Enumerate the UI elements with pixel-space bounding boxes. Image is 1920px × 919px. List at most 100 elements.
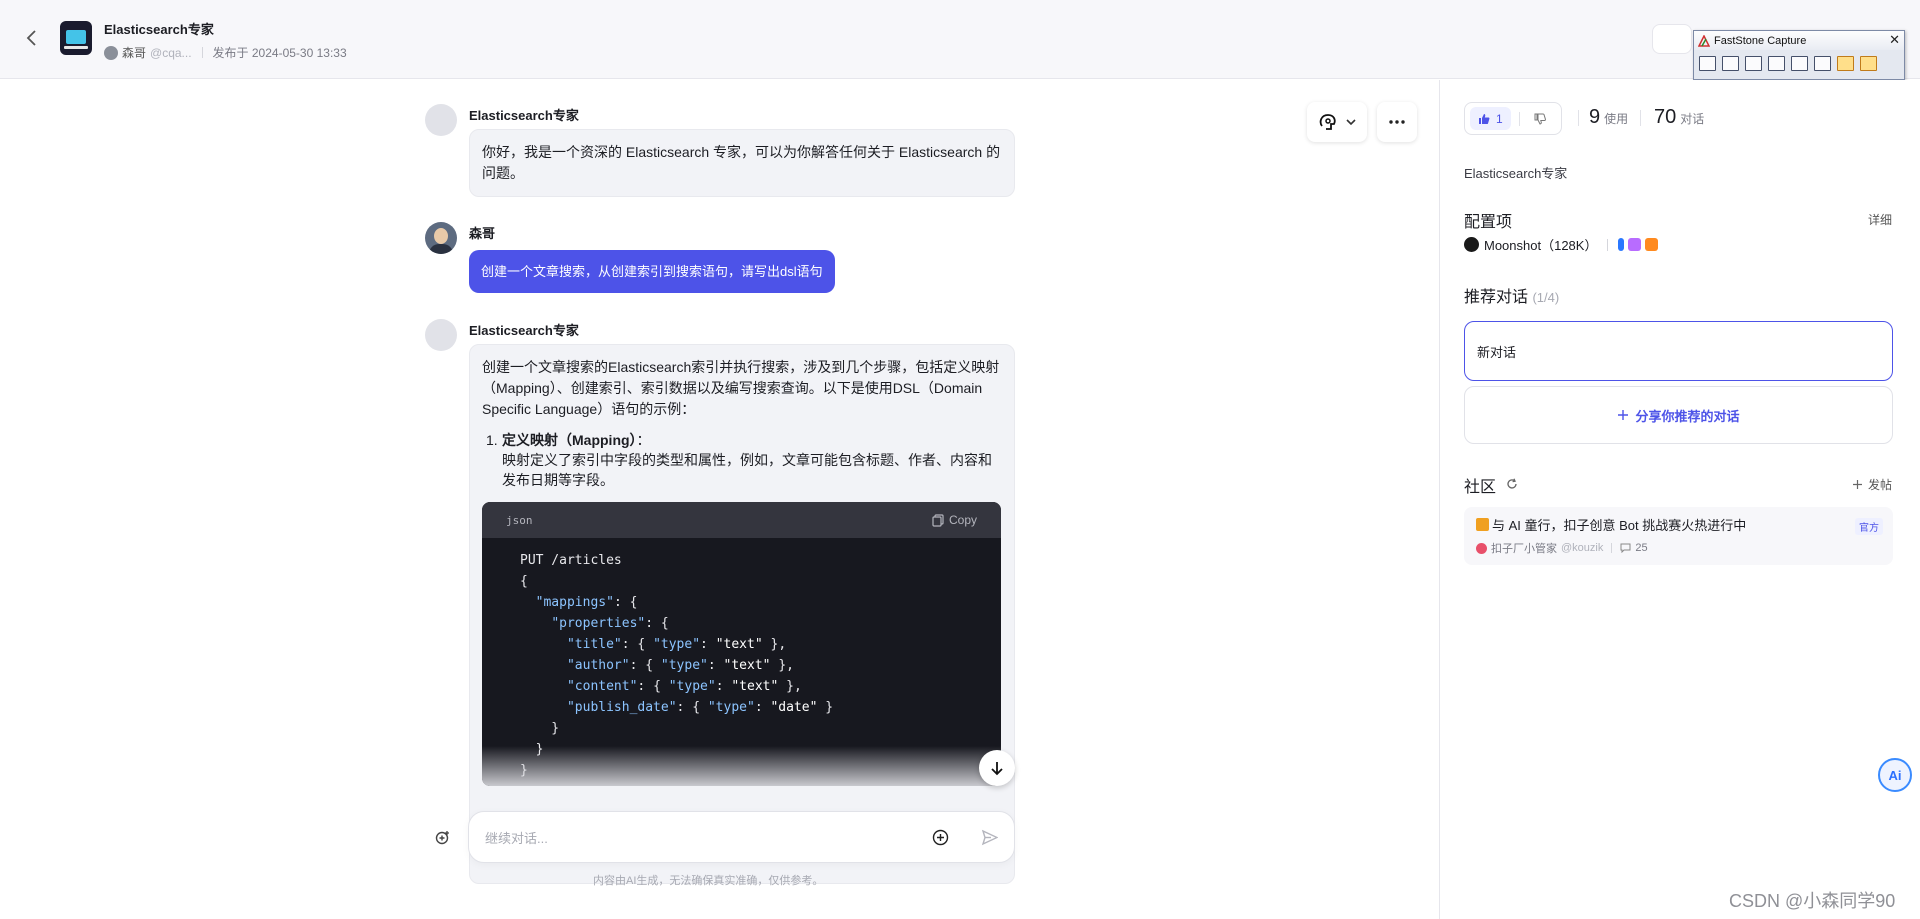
step-colon: ： <box>636 432 651 448</box>
bot-message-bubble: 你好，我是一个资深的 Elasticsearch 专家，可以为你解答任何关于 E… <box>469 129 1015 197</box>
capture-output-icon[interactable] <box>1837 56 1854 71</box>
bing-plugin-icon[interactable] <box>1618 238 1625 251</box>
faststone-logo-icon <box>1697 33 1711 47</box>
post-title: 与 AI 童行，扣子创意 Bot 挑战赛火热进行中 <box>1492 518 1747 533</box>
uses-label: 使用 <box>1604 112 1629 126</box>
config-detail-link[interactable]: 详细 <box>1868 211 1892 228</box>
bot-meta: 森哥 @cqa... 发布于 2024-05-30 13:33 <box>104 44 347 61</box>
author-name[interactable]: 森哥 <box>122 44 146 61</box>
post-author-handle: @kouzik <box>1561 542 1604 554</box>
new-post-label: 发帖 <box>1867 478 1892 492</box>
step-description: 映射定义了索引中字段的类型和属性，例如，文章可能包含标题、作者、内容和发布日期等… <box>502 452 992 488</box>
post-title-row: 与 AI 童行，扣子创意 Bot 挑战赛火热进行中 <box>1476 515 1881 534</box>
capture-object-icon[interactable] <box>1722 56 1739 71</box>
code-header: json Copy <box>482 502 1001 538</box>
suggested-conversation-label: 新对话 <box>1477 344 1517 360</box>
like-button[interactable]: 1 <box>1470 107 1511 130</box>
capture-settings-icon[interactable] <box>1860 56 1877 71</box>
header-action-button[interactable] <box>1652 24 1692 54</box>
code-language: json <box>506 513 533 527</box>
post-meta: 扣子厂小管家 @kouzik 25 <box>1476 540 1881 556</box>
community-title: 社区 <box>1464 479 1497 496</box>
bot-avatar <box>60 21 92 55</box>
chats-label: 对话 <box>1680 112 1705 126</box>
send-icon <box>981 829 998 845</box>
model-row: Moonshot（128K） <box>1464 235 1662 254</box>
code-block: json Copy PUT /articles { "mappings": { … <box>482 502 1001 786</box>
user-message-bubble: 创建一个文章搜索，从创建索引到搜索语句，请写出dsl语句 <box>469 250 835 293</box>
more-options-button[interactable] <box>1377 102 1417 142</box>
comment-icon <box>1620 543 1631 553</box>
meta-divider <box>201 47 203 58</box>
capture-scrolling-icon[interactable] <box>1814 56 1831 71</box>
vote-divider <box>1518 111 1520 126</box>
copy-code-button[interactable]: Copy <box>932 510 977 531</box>
suggest-section-title: 推荐对话 (1/4) <box>1464 283 1559 307</box>
thumbs-up-icon <box>1479 113 1490 124</box>
suggest-title: 推荐对话 <box>1464 289 1529 306</box>
step-title: 定义映射（Mapping） <box>502 432 637 448</box>
share-conversation-button[interactable]: 分享你推荐的对话 <box>1464 386 1893 444</box>
chat-area: Elasticsearch专家 你好，我是一个资深的 Elasticsearch… <box>0 80 1439 919</box>
capture-window-icon[interactable] <box>1699 56 1716 71</box>
send-button[interactable] <box>978 826 1000 848</box>
refresh-icon[interactable] <box>1506 478 1518 493</box>
message-sender: 森哥 <box>469 226 496 241</box>
chat-input[interactable] <box>485 826 915 850</box>
bot-description: Elasticsearch专家 <box>1464 166 1568 181</box>
author-handle: @cqa... <box>150 45 192 60</box>
voice-select-button[interactable] <box>1307 102 1367 142</box>
suggest-count: (1/4) <box>1532 290 1560 305</box>
chats-count: 70 <box>1654 106 1677 128</box>
post-author: 扣子厂小管家 <box>1491 543 1557 555</box>
stat-divider <box>1578 110 1579 126</box>
voice-icon <box>1319 114 1336 130</box>
bot-message-bubble: 创建一个文章搜索的Elasticsearch索引并执行搜索，涉及到几个步骤，包括… <box>469 344 1015 884</box>
bot-title: Elasticsearch专家 <box>104 22 214 37</box>
capture-region-icon[interactable] <box>1745 56 1762 71</box>
author-avatar <box>104 45 118 60</box>
message-text: 创建一个文章搜索，从创建索引到搜索语句，请写出dsl语句 <box>481 264 823 279</box>
top-header: Elasticsearch专家 森哥 @cqa... 发布于 2024-05-3… <box>0 0 1920 79</box>
capture-fullscreen-icon[interactable] <box>1791 56 1808 71</box>
official-badge: 官方 <box>1855 518 1883 535</box>
ai-disclaimer: 内容由AI生成，无法确保真实准确，仅供参考。 <box>593 875 824 887</box>
publish-date: 发布于 2024-05-30 13:33 <box>212 46 347 60</box>
bot-controls <box>1307 102 1417 142</box>
plus-icon <box>1618 410 1629 420</box>
scroll-to-bottom-button[interactable] <box>979 750 1015 786</box>
new-chat-icon <box>435 831 449 845</box>
suggested-conversation[interactable]: 新对话 <box>1464 321 1893 381</box>
new-chat-button[interactable] <box>432 827 454 849</box>
community-header: 社区 <box>1464 473 1518 497</box>
config-section-title: 配置项 <box>1464 214 1513 231</box>
message-sender: Elasticsearch专家 <box>469 108 579 123</box>
copy-icon <box>932 513 944 527</box>
doc-plugin-icon[interactable] <box>1645 238 1659 251</box>
back-arrow-icon[interactable] <box>22 28 42 48</box>
copy-label: Copy <box>948 512 977 527</box>
chats-stat: 70 对话 <box>1654 106 1704 129</box>
add-attachment-button[interactable] <box>929 826 951 848</box>
dislike-button[interactable] <box>1528 107 1552 130</box>
message-text: 创建一个文章搜索的Elasticsearch索引并执行搜索，涉及到几个步骤，包括… <box>482 359 1000 417</box>
faststone-tools <box>1694 50 1904 77</box>
capture-freehand-icon[interactable] <box>1768 56 1785 71</box>
ai-assistant-button[interactable]: Ai <box>1878 758 1912 792</box>
new-post-button[interactable]: 发帖 <box>1852 476 1892 493</box>
list-number: 1. <box>486 432 498 448</box>
faststone-titlebar: FastStone Capture ✕ <box>1694 31 1904 50</box>
message-text: 你好，我是一个资深的 Elasticsearch 专家，可以为你解答任何关于 E… <box>482 144 1001 181</box>
message-sender: Elasticsearch专家 <box>469 323 579 338</box>
post-comment-count: 25 <box>1635 542 1648 554</box>
share-label: 分享你推荐的对话 <box>1635 408 1740 424</box>
plus-circle-icon <box>932 829 948 845</box>
arrow-down-icon <box>991 762 1003 776</box>
uses-stat: 9 使用 <box>1589 106 1628 129</box>
list-item: 1. 定义映射（Mapping）： 映射定义了索引中字段的类型和属性，例如，文章… <box>482 430 1002 490</box>
chevron-down-icon <box>1346 119 1356 126</box>
community-post[interactable]: 与 AI 童行，扣子创意 Bot 挑战赛火热进行中 官方 扣子厂小管家 @kou… <box>1464 507 1893 565</box>
faststone-close-button[interactable]: ✕ <box>1889 32 1900 48</box>
image-plugin-icon[interactable] <box>1628 238 1642 251</box>
user-message-avatar <box>425 222 457 254</box>
